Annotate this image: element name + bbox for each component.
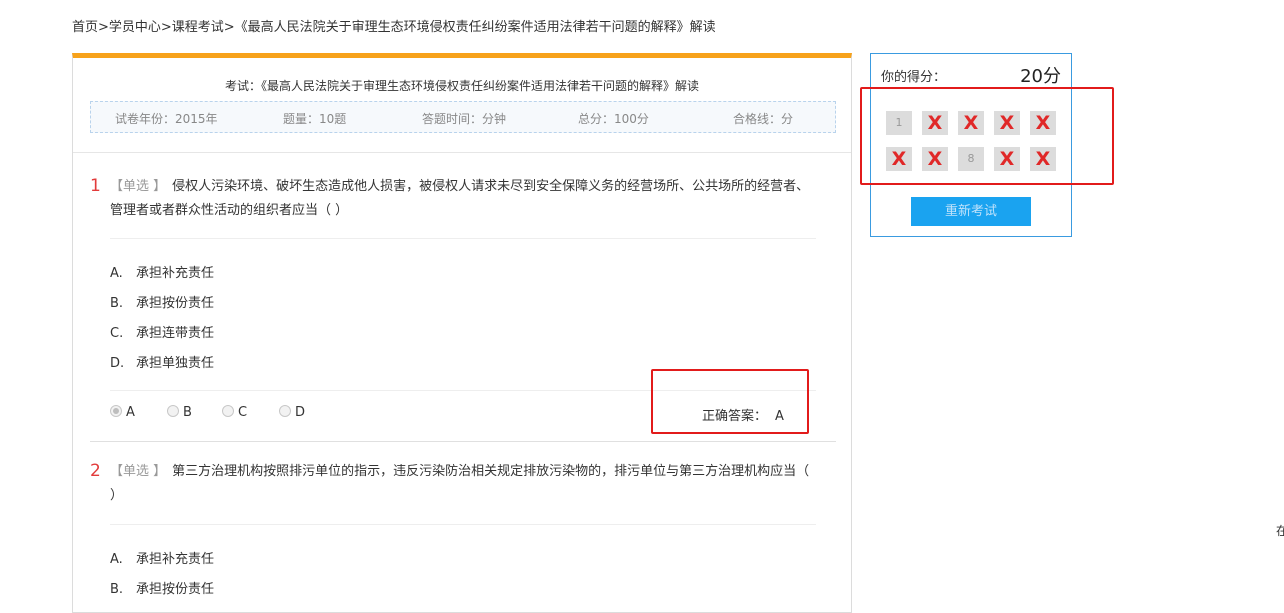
answer-time: 答题时间：分钟	[422, 112, 507, 126]
option-b: B. 承担按份责任	[110, 582, 215, 597]
option-a: A. 承担补充责任	[110, 266, 215, 281]
highlight-box	[651, 369, 809, 434]
radio-c[interactable]: C	[222, 405, 247, 420]
radio-d[interactable]: D	[279, 405, 305, 420]
question-stem: 第三方治理机构按照排污单位的指示，违反污染防治相关规定排放污染物的，排污单位与第…	[110, 464, 810, 503]
total-score: 总分：100分	[578, 112, 649, 126]
divider	[73, 152, 851, 153]
question-stem: 侵权人污染环境、破坏生态造成他人损害，被侵权人请求未尽到安全保障义务的经营场所、…	[110, 179, 810, 218]
divider	[90, 441, 836, 442]
exam-info-bar: 试卷年份：2015年 题量：10题 答题时间：分钟 总分：100分 合格线：分	[90, 101, 836, 133]
option-c: C. 承担连带责任	[110, 326, 215, 341]
score-value: 20分	[1020, 66, 1061, 87]
question-count: 题量：10题	[283, 112, 347, 126]
divider	[110, 238, 816, 239]
option-b: B. 承担按份责任	[110, 296, 215, 311]
exam-year: 试卷年份：2015年	[115, 112, 218, 126]
score-label: 你的得分：	[881, 70, 947, 85]
pass-line: 合格线：分	[733, 112, 794, 126]
question-type-tag: 【单选 】	[110, 464, 167, 479]
radio-dot[interactable]	[167, 405, 179, 417]
question-text: 【单选 】侵权人污染环境、破坏生态造成他人损害，被侵权人请求未尽到安全保障义务的…	[110, 175, 810, 223]
option-d: D. 承担单独责任	[110, 356, 215, 371]
exam-title: 考试：《最高人民法院关于审理生态环境侵权责任纠纷案件适用法律若干问题的解释》解读	[224, 79, 699, 93]
radio-dot[interactable]	[279, 405, 291, 417]
question-number: 2	[90, 461, 101, 481]
divider	[110, 524, 816, 525]
radio-dot[interactable]	[222, 405, 234, 417]
retake-exam-button[interactable]: 重新考试	[911, 197, 1031, 226]
option-a: A. 承担补充责任	[110, 552, 215, 567]
edge-text: 在	[1276, 524, 1284, 538]
radio-b[interactable]: B	[167, 405, 192, 420]
radio-a[interactable]: A	[110, 405, 135, 420]
exam-panel: 考试：《最高人民法院关于审理生态环境侵权责任纠纷案件适用法律若干问题的解释》解读…	[72, 53, 852, 613]
question-number: 1	[90, 176, 101, 196]
radio-dot[interactable]	[110, 405, 122, 417]
highlight-box	[860, 87, 1114, 185]
question-text: 【单选 】第三方治理机构按照排污单位的指示，违反污染防治相关规定排放污染物的，排…	[110, 460, 810, 508]
breadcrumb[interactable]: 首页>学员中心>课程考试>《最高人民法院关于审理生态环境侵权责任纠纷案件适用法律…	[72, 16, 716, 35]
question-type-tag: 【单选 】	[110, 179, 167, 194]
